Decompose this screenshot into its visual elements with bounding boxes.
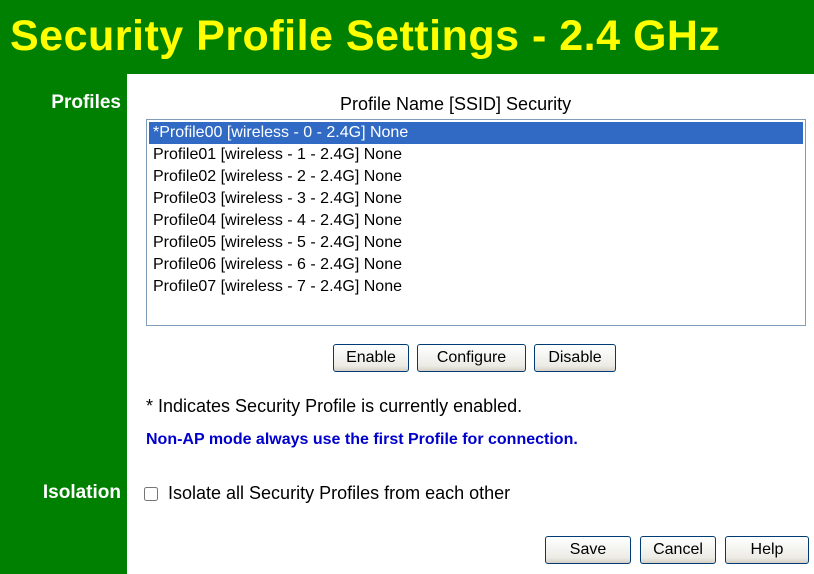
isolation-checkbox[interactable] (144, 486, 158, 501)
isolation-section-label: Isolation (42, 482, 121, 503)
non-ap-mode-warning: Non-AP mode always use the first Profile… (146, 431, 578, 448)
cancel-button[interactable]: Cancel (640, 536, 716, 564)
profile-option-2[interactable]: Profile02 [wireless - 2 - 2.4G] None (149, 166, 803, 188)
profile-option-0[interactable]: *Profile00 [wireless - 0 - 2.4G] None (149, 122, 803, 144)
profile-option-5[interactable]: Profile05 [wireless - 5 - 2.4G] None (149, 232, 803, 254)
disable-button[interactable]: Disable (534, 344, 616, 372)
configure-button[interactable]: Configure (417, 344, 526, 372)
page-title: Security Profile Settings - 2.4 GHz (10, 12, 721, 60)
profile-option-6[interactable]: Profile06 [wireless - 6 - 2.4G] None (149, 254, 803, 276)
profile-option-4[interactable]: Profile04 [wireless - 4 - 2.4G] None (149, 210, 803, 232)
enable-button[interactable]: Enable (333, 344, 409, 372)
isolation-checkbox-label: Isolate all Security Profiles from each … (168, 483, 511, 503)
save-button[interactable]: Save (545, 536, 631, 564)
profiles-section-label: Profiles (51, 92, 121, 113)
sidebar: Profiles Isolation (0, 74, 127, 574)
help-button[interactable]: Help (725, 536, 809, 564)
profile-option-3[interactable]: Profile03 [wireless - 3 - 2.4G] None (149, 188, 803, 210)
isolation-row[interactable]: Isolate all Security Profiles from each … (141, 483, 510, 504)
profile-option-7[interactable]: Profile07 [wireless - 7 - 2.4G] None (149, 276, 803, 298)
profile-listbox[interactable]: *Profile00 [wireless - 0 - 2.4G] None Pr… (146, 119, 806, 326)
profile-option-1[interactable]: Profile01 [wireless - 1 - 2.4G] None (149, 144, 803, 166)
enabled-profile-note: * Indicates Security Profile is currentl… (146, 396, 523, 416)
page-header: Security Profile Settings - 2.4 GHz (0, 0, 814, 74)
profile-list-heading: Profile Name [SSID] Security (340, 94, 572, 114)
